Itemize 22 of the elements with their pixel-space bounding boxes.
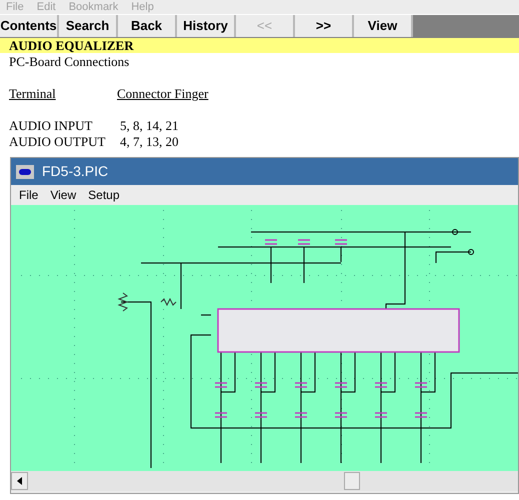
table-cell: 5, 8, 14, 21 — [120, 118, 178, 134]
menu-item[interactable]: Setup — [88, 186, 120, 204]
column-header: Connector Finger — [117, 86, 208, 102]
scroll-left-icon[interactable] — [11, 472, 28, 490]
topic-title: AUDIO EQUALIZER — [0, 38, 519, 53]
app-icon — [16, 164, 34, 178]
toolbar-button[interactable]: History — [177, 15, 236, 37]
toolbar-button[interactable]: Search — [59, 15, 118, 37]
toolbar-button[interactable]: Contents — [0, 15, 59, 37]
menu-item[interactable]: File — [19, 186, 38, 204]
table-cell-text: AUDIO INPUT — [9, 118, 94, 134]
toolbar-button[interactable]: >> — [295, 15, 354, 37]
window-title: FD5-3.PIC — [42, 162, 108, 181]
toolbar-button[interactable]: Back — [118, 15, 177, 37]
menu-item[interactable]: View — [50, 186, 76, 204]
horizontal-scrollbar[interactable] — [11, 471, 518, 491]
table-cell-text: AUDIO OUTPUT — [9, 134, 106, 150]
table-cell: 4, 7, 13, 20 — [120, 134, 178, 150]
toolbar-button[interactable]: View — [354, 15, 413, 37]
scroll-thumb[interactable] — [344, 472, 360, 490]
column-header: Terminal — [9, 86, 57, 102]
topic-subtitle: PC-Board Connections — [9, 54, 130, 70]
